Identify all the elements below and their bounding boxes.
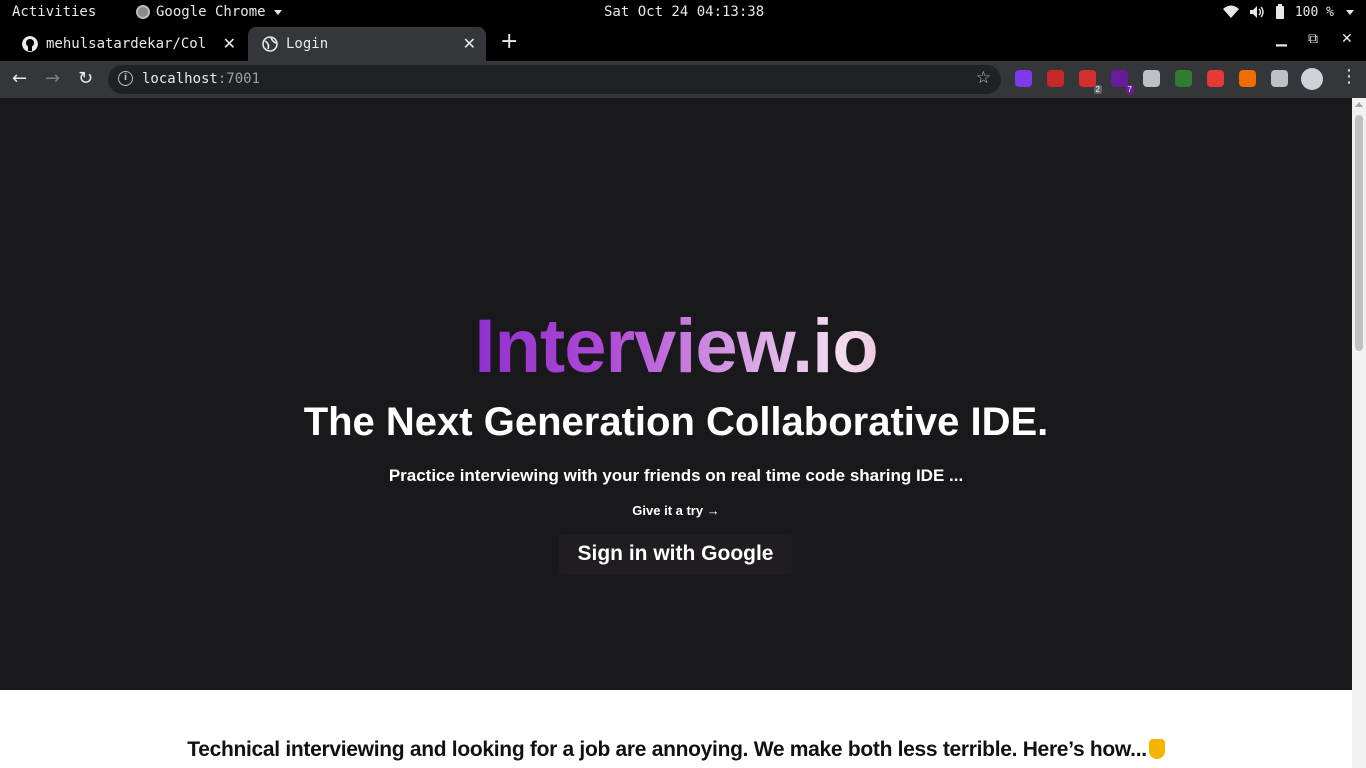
extension-badge: 7 — [1125, 85, 1134, 94]
green-h-extension-icon[interactable] — [1175, 70, 1192, 87]
bookmark-star-icon[interactable]: ☆ — [976, 68, 991, 88]
extension-badge: 2 — [1093, 85, 1102, 94]
chevron-down-icon — [273, 9, 282, 15]
close-tab-icon[interactable]: ✕ — [223, 34, 236, 54]
scroll-up-arrow-icon[interactable] — [1355, 102, 1363, 107]
tab-title: Login — [286, 36, 329, 52]
battery-icon — [1275, 4, 1284, 19]
minimize-icon[interactable]: ▁ — [1276, 31, 1287, 47]
section-intro: Technical interviewing and looking for a… — [0, 738, 1352, 762]
app-menu-label: Google Chrome — [156, 4, 266, 20]
scrollbar-thumb[interactable] — [1355, 115, 1363, 351]
red-book-extension-icon[interactable] — [1047, 70, 1064, 87]
avatar[interactable] — [1301, 68, 1323, 90]
url-text[interactable]: localhost:7001 — [142, 71, 260, 87]
reload-icon[interactable]: ↻ — [78, 68, 93, 89]
react-devtools-icon[interactable] — [1143, 70, 1160, 87]
close-tab-icon[interactable]: ✕ — [463, 34, 476, 54]
puzzle-extensions-icon[interactable] — [1271, 70, 1288, 87]
address-bar[interactable]: i localhost:7001 ☆ — [108, 65, 1001, 94]
tab-title: mehulsatardekar/Col — [46, 36, 207, 52]
chrome-icon — [136, 5, 150, 19]
web-page: Interview.io The Next Generation Collabo… — [0, 98, 1352, 768]
try-link-label: Give it a try — [632, 503, 704, 518]
github-icon — [22, 36, 38, 52]
system-tray[interactable]: 100 % — [1222, 4, 1354, 20]
adblock-extension-icon[interactable]: 2 — [1079, 70, 1102, 94]
globe-icon — [262, 36, 278, 52]
battery-percent: 100 % — [1294, 4, 1334, 20]
back-arrow-icon[interactable]: ← — [12, 68, 27, 89]
restore-icon[interactable]: ⧉ — [1308, 31, 1318, 47]
tab-login[interactable]: Login ✕ — [248, 27, 486, 61]
activities-button[interactable]: Activities — [12, 4, 96, 20]
volume-icon — [1249, 6, 1264, 18]
purple-chat-extension-icon[interactable] — [1015, 70, 1032, 87]
section-intro-text: Technical interviewing and looking for a… — [187, 738, 1147, 761]
tab-strip: mehulsatardekar/Col ✕ Login ✕ + ▁ ⧉ ✕ — [0, 27, 1366, 61]
wifi-icon — [1222, 5, 1239, 18]
url-host: localhost — [142, 71, 218, 87]
hero-section: Interview.io The Next Generation Collabo… — [0, 98, 1352, 690]
browser-toolbar: ← → ↻ i localhost:7001 ☆ 2 7 ⋮ — [0, 61, 1366, 98]
app-menu[interactable]: Google Chrome — [136, 4, 282, 20]
subheadline: Practice interviewing with your friends … — [388, 466, 964, 485]
system-top-bar: Activities Google Chrome Sat Oct 24 04:1… — [0, 0, 1366, 27]
tab-github[interactable]: mehulsatardekar/Col ✕ — [8, 27, 246, 61]
close-window-icon[interactable]: ✕ — [1341, 31, 1353, 47]
kebab-menu-icon[interactable]: ⋮ — [1340, 66, 1358, 87]
pointing-down-emoji-icon — [1148, 739, 1165, 759]
page-scrollbar[interactable] — [1352, 98, 1366, 768]
forward-arrow-icon[interactable]: → — [45, 68, 60, 89]
arrow-right-icon: → — [706, 503, 720, 518]
fire-extension-icon[interactable] — [1239, 70, 1256, 87]
url-port: :7001 — [217, 71, 261, 87]
try-link[interactable]: Give it a try → — [0, 503, 1352, 518]
sign-in-google-button[interactable]: Sign in with Google — [559, 534, 792, 574]
chevron-down-icon — [1346, 9, 1354, 15]
headline: The Next Generation Collaborative IDE. — [303, 400, 1049, 444]
brand-logo: Interview.io — [0, 303, 1352, 390]
red-translate-extension-icon[interactable] — [1207, 70, 1224, 87]
purple-cube-extension-icon[interactable]: 7 — [1111, 70, 1134, 94]
clock[interactable]: Sat Oct 24 04:13:38 — [604, 4, 764, 20]
new-tab-button[interactable]: + — [500, 29, 518, 54]
site-info-icon[interactable]: i — [118, 71, 133, 86]
